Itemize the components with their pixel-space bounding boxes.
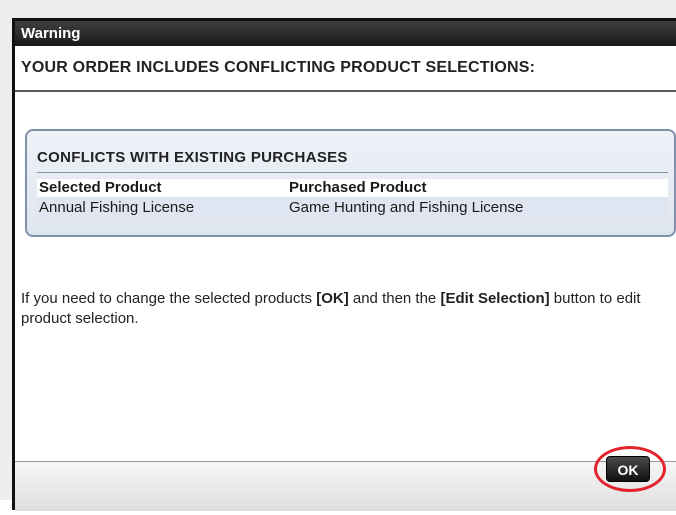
column-header-purchased-product: Purchased Product (287, 179, 668, 197)
dialog-titlebar[interactable]: Warning (15, 21, 676, 46)
table-row: Annual Fishing License Game Hunting and … (37, 197, 668, 217)
ok-button[interactable]: OK (606, 456, 650, 482)
table-header-row: Selected Product Purchased Product (37, 179, 668, 197)
panel-divider (37, 172, 668, 173)
dialog-title: Warning (21, 25, 81, 42)
conflicts-table: Selected Product Purchased Product Annua… (37, 179, 668, 217)
column-header-selected-product: Selected Product (37, 179, 287, 197)
purchased-product-cell: Game Hunting and Fishing License (287, 197, 668, 217)
conflicts-panel: CONFLICTS WITH EXISTING PURCHASES Select… (25, 129, 676, 237)
message-ok-reference: [OK] (316, 290, 349, 307)
dialog-headline: YOUR ORDER INCLUDES CONFLICTING PRODUCT … (15, 46, 676, 92)
instruction-message: If you need to change the selected produ… (21, 289, 661, 329)
conflicts-panel-title: CONFLICTS WITH EXISTING PURCHASES (37, 149, 348, 166)
dialog-footer (15, 461, 676, 511)
headline-text: YOUR ORDER INCLUDES CONFLICTING PRODUCT … (21, 59, 536, 76)
selected-product-cell: Annual Fishing License (37, 197, 287, 217)
warning-dialog: Warning YOUR ORDER INCLUDES CONFLICTING … (12, 18, 676, 511)
message-part-2: and then the (348, 290, 441, 307)
message-part-1: If you need to change the selected produ… (21, 290, 317, 307)
message-edit-selection-reference: [Edit Selection] (440, 290, 550, 307)
